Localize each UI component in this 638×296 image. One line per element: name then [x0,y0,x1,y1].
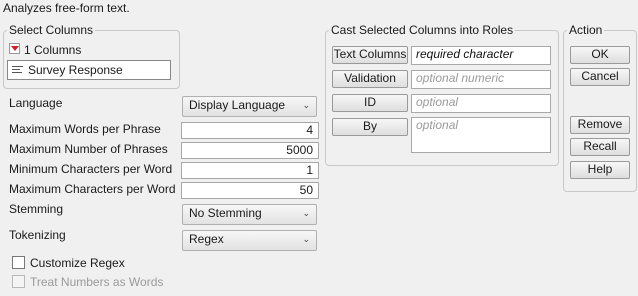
customize-regex-checkbox[interactable] [12,256,25,269]
language-value: Display Language [189,98,286,112]
text-columns-role-field[interactable]: required character [411,46,551,65]
help-button[interactable]: Help [570,161,630,179]
chevron-down-icon: ⌄ [302,208,310,218]
chevron-down-icon: ⌄ [302,234,310,244]
remove-button[interactable]: Remove [570,116,630,134]
treat-numbers-as-words-checkbox [12,275,25,288]
max-words-per-phrase-field[interactable]: 4 [181,122,319,139]
tokenizing-label: Tokenizing [9,228,66,242]
by-role-field[interactable]: optional [411,117,551,153]
text-column-icon [12,66,23,75]
max-chars-per-word-field[interactable]: 50 [181,182,319,199]
text-columns-role-button[interactable]: Text Columns [332,46,408,64]
column-name[interactable]: Survey Response [28,62,123,78]
treat-numbers-as-words-label: Treat Numbers as Words [30,275,164,289]
max-number-of-phrases-field[interactable]: 5000 [181,142,319,159]
chevron-down-icon: ⌄ [302,100,310,110]
recall-button[interactable]: Recall [570,138,630,156]
id-role-button[interactable]: ID [332,94,408,112]
max-number-of-phrases-label: Maximum Number of Phrases [9,142,168,156]
id-role-field[interactable]: optional [411,94,551,113]
by-role-button[interactable]: By [332,118,408,136]
min-chars-per-word-label: Minimum Characters per Word [9,162,173,176]
min-chars-per-word-field[interactable]: 1 [181,162,319,179]
dialog-description: Analyzes free-form text. [3,1,130,15]
select-columns-title: Select Columns [7,23,96,37]
language-select[interactable]: Display Language ⌄ [182,96,317,117]
action-title: Action [567,23,605,37]
validation-role-button[interactable]: Validation [332,70,408,88]
stemming-select[interactable]: No Stemming ⌄ [182,204,317,225]
ok-button[interactable]: OK [570,46,630,64]
column-filter-dropdown-icon[interactable] [9,43,20,54]
tokenizing-value: Regex [189,232,224,246]
stemming-label: Stemming [9,202,64,216]
validation-role-field[interactable]: optional numeric [411,70,551,89]
tokenizing-select[interactable]: Regex ⌄ [182,230,317,251]
customize-regex-label: Customize Regex [30,256,125,270]
cancel-button[interactable]: Cancel [570,68,630,86]
column-count-label: 1 Columns [24,43,82,57]
cast-roles-title: Cast Selected Columns into Roles [329,23,516,37]
column-list[interactable]: Survey Response [7,60,171,80]
max-words-per-phrase-label: Maximum Words per Phrase [9,122,161,136]
stemming-value: No Stemming [189,206,262,220]
max-chars-per-word-label: Maximum Characters per Word [9,182,176,196]
language-label: Language [9,96,63,110]
